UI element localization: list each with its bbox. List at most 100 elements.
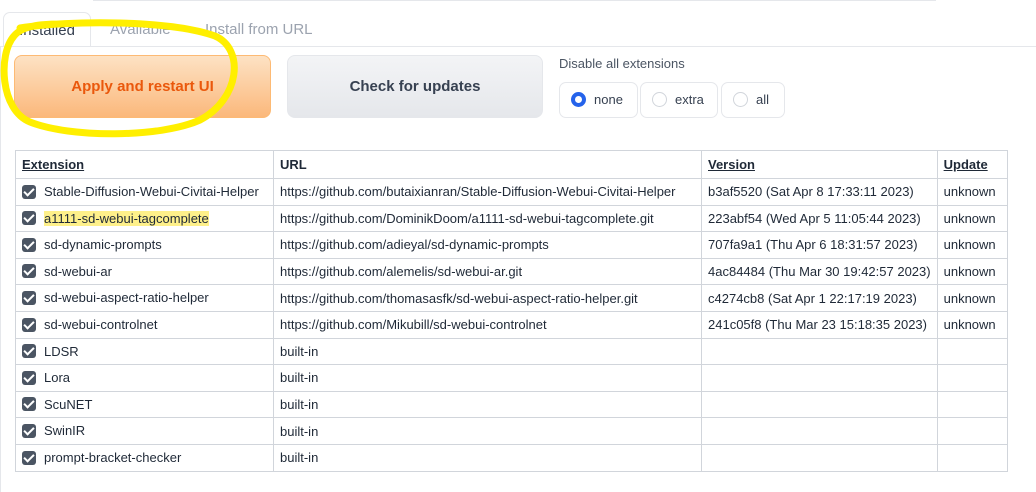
- extension-cell: sd-webui-aspect-ratio-helper: [15, 284, 274, 312]
- extension-version: [701, 390, 938, 419]
- extension-version: [701, 364, 938, 392]
- apply-and-restart-button[interactable]: Apply and restart UI: [14, 55, 271, 118]
- disable-all-label: Disable all extensions: [559, 56, 685, 71]
- extension-update-status: [936, 337, 1008, 366]
- extension-name: sd-webui-ar: [44, 263, 112, 279]
- extension-update-status: unknown: [936, 284, 1008, 312]
- extension-cell: prompt-bracket-checker: [15, 443, 274, 472]
- extension-cell: ScuNET: [15, 390, 274, 419]
- extension-cell: a1111-sd-webui-tagcomplete: [15, 204, 274, 233]
- table-row: prompt-bracket-checker built-in: [15, 443, 1008, 472]
- enable-checkbox[interactable]: [22, 184, 36, 199]
- extension-url: https://github.com/Mikubill/sd-webui-con…: [273, 310, 702, 339]
- header-update[interactable]: Update: [936, 150, 1008, 179]
- extension-version: 241c05f8 (Thu Mar 23 15:18:35 2023): [701, 310, 938, 339]
- enable-checkbox[interactable]: [22, 290, 36, 305]
- extension-version: b3af5520 (Sat Apr 8 17:33:11 2023): [701, 178, 938, 206]
- extension-update-status: [936, 390, 1008, 419]
- extension-url: https://github.com/DominikDoom/a1111-sd-…: [273, 204, 702, 233]
- extension-name: a1111-sd-webui-tagcomplete: [44, 210, 209, 226]
- extension-cell: SwinIR: [15, 417, 274, 445]
- extensions-table: Extension URL Version Update Stable-Diff…: [15, 150, 1008, 472]
- extension-update-status: [936, 364, 1008, 392]
- enable-checkbox[interactable]: [22, 264, 36, 279]
- extension-version: 223abf54 (Wed Apr 5 11:05:44 2023): [701, 204, 938, 233]
- extension-url: https://github.com/thomasasfk/sd-webui-a…: [273, 284, 702, 312]
- enable-checkbox[interactable]: [22, 211, 36, 226]
- extension-name: SwinIR: [44, 423, 86, 439]
- enable-checkbox[interactable]: [22, 450, 36, 465]
- table-row: a1111-sd-webui-tagcomplete https://github…: [15, 204, 1008, 233]
- tab-bar: Installed Available Install from URL: [0, 12, 1036, 47]
- extension-url: built-in: [273, 390, 702, 419]
- table-row: Lora built-in: [15, 364, 1008, 392]
- tab-installed[interactable]: Installed: [3, 12, 91, 47]
- extension-url: built-in: [273, 337, 702, 366]
- enable-checkbox[interactable]: [22, 237, 36, 252]
- check-for-updates-button[interactable]: Check for updates: [287, 55, 543, 118]
- header-version[interactable]: Version: [701, 150, 938, 179]
- extension-version: 707fa9a1 (Thu Apr 6 18:31:57 2023): [701, 231, 938, 259]
- extension-url: https://github.com/adieyal/sd-dynamic-pr…: [273, 231, 702, 259]
- extension-name: sd-webui-aspect-ratio-helper: [44, 290, 209, 306]
- radio-none[interactable]: none: [559, 82, 638, 118]
- extension-update-status: unknown: [936, 257, 1008, 286]
- table-header-row: Extension URL Version Update: [15, 150, 1008, 179]
- tab-available[interactable]: Available: [110, 12, 171, 47]
- extension-url: built-in: [273, 364, 702, 392]
- radio-all-label: all: [756, 92, 770, 107]
- extension-name: Stable-Diffusion-Webui-Civitai-Helper: [44, 184, 259, 200]
- top-divider: [93, 0, 936, 1]
- extension-cell: sd-dynamic-prompts: [15, 231, 274, 259]
- radio-all[interactable]: all: [721, 82, 785, 118]
- table-row: ScuNET built-in: [15, 390, 1008, 419]
- extension-url: built-in: [273, 443, 702, 472]
- table-row: sd-dynamic-prompts https://github.com/adi…: [15, 231, 1008, 259]
- radio-extra[interactable]: extra: [640, 82, 718, 118]
- extension-name: sd-webui-controlnet: [44, 316, 158, 332]
- enable-checkbox[interactable]: [22, 344, 36, 359]
- table-row: sd-webui-controlnet https://github.com/Mi…: [15, 310, 1008, 339]
- tab-install-from-url[interactable]: Install from URL: [205, 12, 313, 47]
- enable-checkbox[interactable]: [22, 370, 36, 385]
- extension-cell: Lora: [15, 364, 274, 392]
- radio-unselected-icon: [652, 92, 667, 107]
- radio-selected-icon: [571, 92, 586, 107]
- header-url: URL: [273, 150, 702, 179]
- extension-cell: sd-webui-controlnet: [15, 310, 274, 339]
- table-row: SwinIR built-in: [15, 417, 1008, 445]
- radio-none-label: none: [594, 92, 623, 107]
- extension-cell: sd-webui-ar: [15, 257, 274, 286]
- table-row: LDSR built-in: [15, 337, 1008, 366]
- extension-name: Lora: [44, 370, 71, 386]
- header-extension[interactable]: Extension: [15, 150, 274, 179]
- extension-version: c4274cb8 (Sat Apr 1 22:17:19 2023): [701, 284, 938, 312]
- extension-url: https://github.com/butaixianran/Stable-D…: [273, 178, 702, 206]
- extension-version: [701, 443, 938, 472]
- extension-name: ScuNET: [44, 396, 93, 412]
- extension-version: [701, 337, 938, 366]
- extension-update-status: unknown: [936, 178, 1008, 206]
- enable-checkbox[interactable]: [22, 317, 36, 332]
- extension-name: sd-dynamic-prompts: [44, 237, 162, 253]
- extension-update-status: unknown: [936, 310, 1008, 339]
- enable-checkbox[interactable]: [22, 397, 36, 412]
- extension-update-status: unknown: [936, 231, 1008, 259]
- extension-url: built-in: [273, 417, 702, 445]
- extension-cell: Stable-Diffusion-Webui-Civitai-Helper: [15, 178, 274, 206]
- extension-version: [701, 417, 938, 445]
- table-row: Stable-Diffusion-Webui-Civitai-Helper htt…: [15, 178, 1008, 206]
- radio-extra-label: extra: [675, 92, 704, 107]
- extension-url: https://github.com/alemelis/sd-webui-ar.…: [273, 257, 702, 286]
- enable-checkbox[interactable]: [22, 423, 36, 438]
- extension-update-status: [936, 417, 1008, 445]
- radio-unselected-icon: [733, 92, 748, 107]
- extension-version: 4ac84484 (Thu Mar 30 19:42:57 2023): [701, 257, 938, 286]
- table-row: sd-webui-aspect-ratio-helper https://gith…: [15, 284, 1008, 312]
- extension-update-status: [936, 443, 1008, 472]
- extension-update-status: unknown: [936, 204, 1008, 233]
- table-row: sd-webui-ar https://github.com/alemelis/s…: [15, 257, 1008, 286]
- extension-cell: LDSR: [15, 337, 274, 366]
- extension-name: LDSR: [44, 343, 79, 359]
- extension-name: prompt-bracket-checker: [44, 449, 182, 465]
